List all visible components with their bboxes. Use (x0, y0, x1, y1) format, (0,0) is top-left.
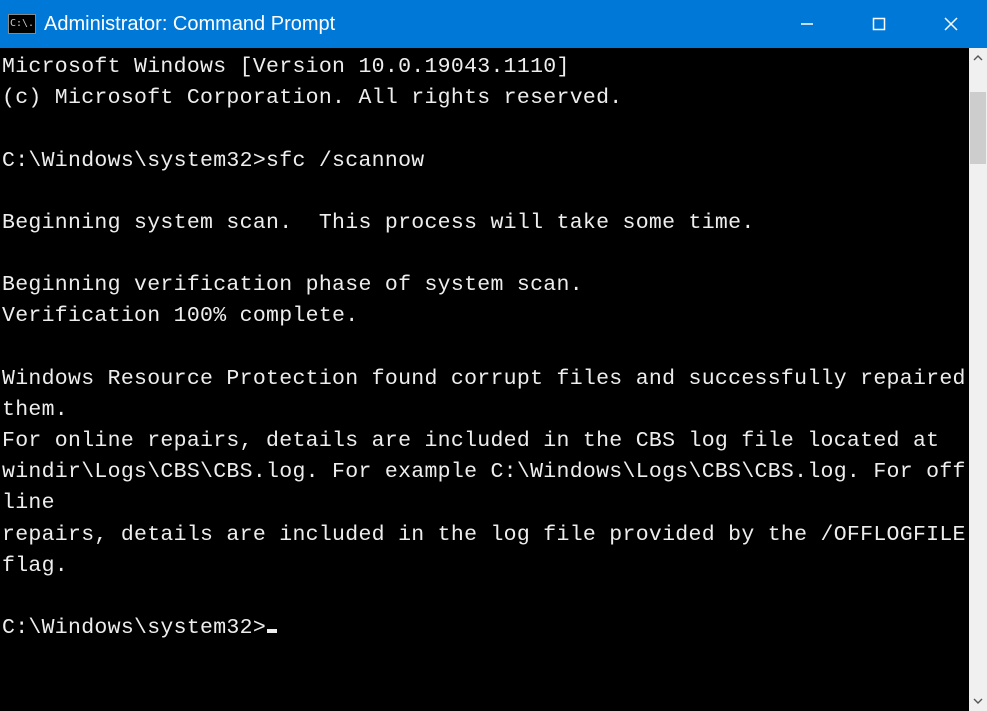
command-prompt-window: C:\. Administrator: Command Prompt Micro… (0, 0, 987, 711)
minimize-button[interactable] (771, 0, 843, 48)
titlebar[interactable]: C:\. Administrator: Command Prompt (0, 0, 987, 48)
terminal-cursor (267, 629, 277, 633)
close-button[interactable] (915, 0, 987, 48)
output-line: Windows Resource Protection found corrup… (2, 367, 979, 422)
output-line: For online repairs, details are included… (2, 429, 939, 453)
scroll-up-arrow[interactable] (969, 48, 987, 68)
close-icon (943, 16, 959, 32)
minimize-icon (799, 16, 815, 32)
titlebar-left: C:\. Administrator: Command Prompt (0, 13, 335, 36)
command-text: sfc /scannow (266, 149, 424, 173)
output-line: repairs, details are included in the log… (2, 523, 979, 578)
scroll-down-arrow[interactable] (969, 691, 987, 711)
prompt: C:\Windows\system32> (2, 616, 266, 640)
chevron-up-icon (973, 53, 983, 63)
window-title: Administrator: Command Prompt (44, 13, 335, 36)
output-line: Microsoft Windows [Version 10.0.19043.11… (2, 55, 570, 79)
terminal-output[interactable]: Microsoft Windows [Version 10.0.19043.11… (0, 48, 969, 711)
output-line: Beginning verification phase of system s… (2, 273, 583, 297)
maximize-button[interactable] (843, 0, 915, 48)
client-area: Microsoft Windows [Version 10.0.19043.11… (0, 48, 987, 711)
output-line: Beginning system scan. This process will… (2, 211, 755, 235)
window-controls (771, 0, 987, 48)
vertical-scrollbar[interactable] (969, 48, 987, 711)
maximize-icon (872, 17, 886, 31)
output-line: Verification 100% complete. (2, 304, 358, 328)
cmd-icon: C:\. (8, 14, 36, 34)
output-line: windir\Logs\CBS\CBS.log. For example C:\… (2, 460, 966, 515)
chevron-down-icon (973, 696, 983, 706)
output-line: (c) Microsoft Corporation. All rights re… (2, 86, 623, 110)
prompt: C:\Windows\system32> (2, 149, 266, 173)
scrollbar-thumb[interactable] (970, 92, 986, 164)
